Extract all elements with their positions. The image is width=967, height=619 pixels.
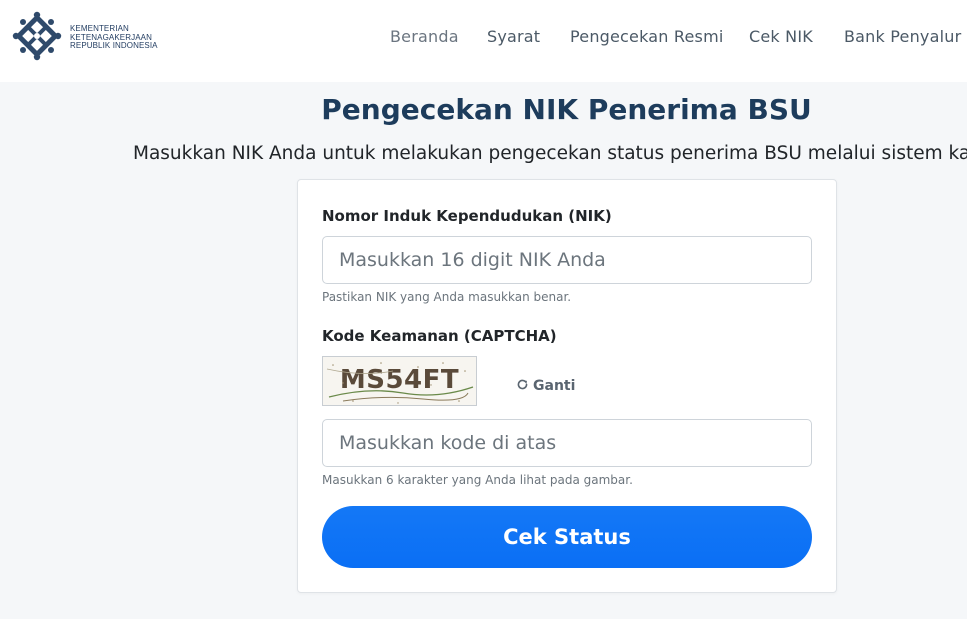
nav-beranda[interactable]: Beranda	[390, 27, 459, 46]
refresh-icon	[517, 379, 528, 390]
nav-pengecekan-resmi[interactable]: Pengecekan Resmi	[570, 27, 724, 46]
nav-cek-nik[interactable]: Cek NIK	[749, 27, 813, 46]
nik-help-text: Pastikan NIK yang Anda masukkan benar.	[322, 290, 572, 304]
main-nav: Beranda Syarat Pengecekan Resmi Cek NIK …	[0, 27, 967, 49]
nik-input[interactable]	[322, 236, 812, 284]
navbar: KEMENTERIAN KETENAGAKERJAAN REPUBLIK IND…	[0, 0, 967, 82]
nav-syarat[interactable]: Syarat	[487, 27, 540, 46]
captcha-label: Kode Keamanan (CAPTCHA)	[322, 327, 557, 345]
cek-status-button[interactable]: Cek Status	[322, 506, 812, 568]
nav-bank-penyalur[interactable]: Bank Penyalur	[844, 27, 961, 46]
nik-label: Nomor Induk Kependudukan (NIK)	[322, 207, 612, 225]
refresh-captcha-button[interactable]: Ganti	[516, 375, 576, 394]
captcha-help-text: Masukkan 6 karakter yang Anda lihat pada…	[322, 473, 633, 487]
nik-check-form: Nomor Induk Kependudukan (NIK) Pastikan …	[297, 179, 837, 593]
captcha-input[interactable]	[322, 419, 812, 467]
refresh-label: Ganti	[533, 378, 576, 394]
page-subtitle: Masukkan NIK Anda untuk melakukan pengec…	[133, 142, 967, 164]
captcha-image: MS54FT	[322, 356, 477, 406]
captcha-noise-icon	[326, 362, 474, 404]
page-title: Pengecekan NIK Penerima BSU	[321, 92, 812, 126]
